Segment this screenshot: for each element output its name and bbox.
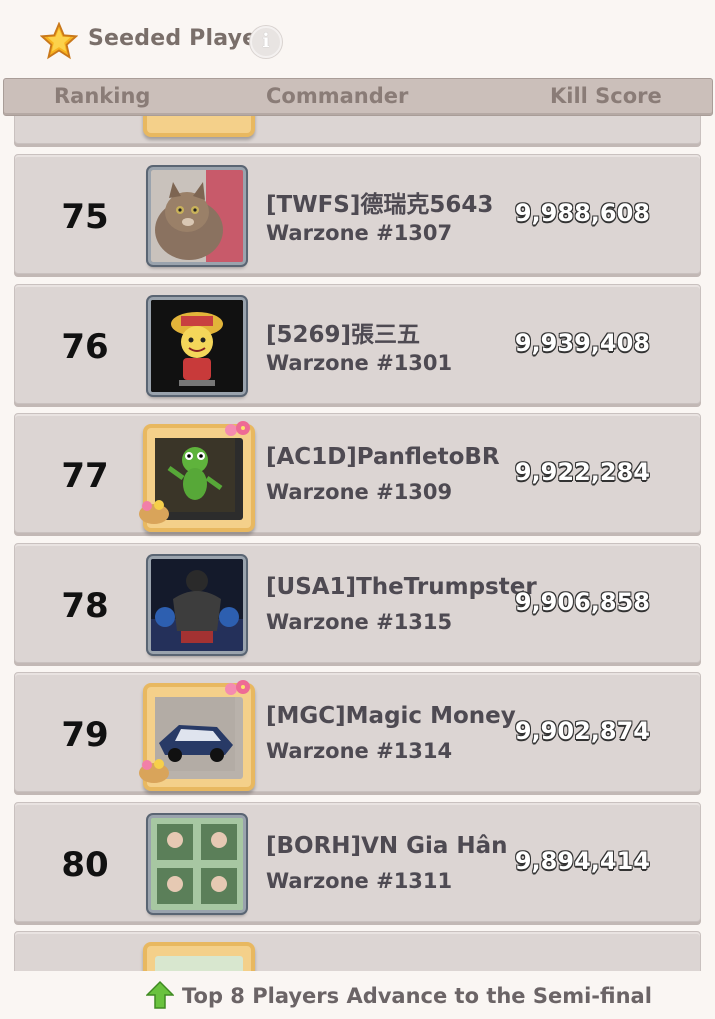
kill-score: 9,939,408	[514, 329, 650, 357]
column-ranking: Ranking	[54, 84, 151, 108]
footer: Top 8 Players Advance to the Semi-final	[0, 972, 715, 1019]
kill-score: 9,906,858	[514, 588, 650, 616]
top-bar: Seeded Player i	[0, 0, 715, 78]
column-header: Ranking Commander Kill Score	[3, 78, 713, 116]
avatar-frame-partial	[143, 942, 255, 971]
kill-score: 9,902,874	[514, 717, 650, 745]
avatar-frame-partial	[143, 116, 255, 137]
ranking-list[interactable]: 75 [TWFS]德瑞克5643 Warzone #1307 9,988,608…	[0, 116, 715, 971]
cat-avatar[interactable]	[148, 167, 246, 265]
rank-number: 79	[61, 715, 109, 755]
table-row[interactable]: 76 [5269]張三五 Warzone #1301 9,939,408	[14, 284, 701, 404]
commander-name: [USA1]TheTrumpster	[266, 574, 537, 600]
flower-decoration-icon	[225, 680, 250, 695]
footer-note: Top 8 Players Advance to the Semi-final	[182, 984, 652, 1008]
warzone-label: Warzone #1311	[266, 869, 453, 893]
table-row[interactable]: 80 [BORH]ᐯN Gia Hân Warzone #1311 9,894,…	[14, 802, 701, 922]
flower-decoration-icon	[225, 421, 250, 436]
commander-name: [MGC]Magic Money	[266, 703, 516, 729]
table-row[interactable]: 78 [USA1]TheTrumpster Warzone #1315 9,90…	[14, 543, 701, 663]
warzone-label: Warzone #1315	[266, 610, 453, 634]
commander-name: [AC1D]PanfletoBR	[266, 444, 500, 470]
commander-name: [5269]張三五	[266, 322, 421, 348]
table-row-partial[interactable]	[14, 931, 701, 971]
rank-number: 75	[61, 197, 109, 237]
warzone-label: Warzone #1307	[266, 221, 453, 245]
warzone-label: Warzone #1314	[266, 739, 453, 763]
kill-score: 9,922,284	[514, 458, 650, 486]
column-kill-score: Kill Score	[550, 84, 662, 108]
table-row-partial[interactable]	[14, 116, 701, 144]
page-title: Seeded Player	[88, 26, 269, 51]
photo-avatar[interactable]	[148, 815, 246, 913]
warzone-label: Warzone #1301	[266, 351, 453, 375]
kill-score: 9,894,414	[514, 847, 650, 875]
table-row[interactable]: 77 [AC1D]PanfletoBR Warzone #1309 9,922,…	[14, 413, 701, 533]
table-row[interactable]: 75 [TWFS]德瑞克5643 Warzone #1307 9,988,608	[14, 154, 701, 274]
rank-number: 76	[61, 327, 109, 367]
table-row[interactable]: 79 [MGC]Magic Money Warzone #1314 9,902,…	[14, 672, 701, 792]
rank-number: 80	[61, 845, 109, 885]
info-icon[interactable]: i	[250, 26, 282, 58]
rank-number: 77	[61, 456, 109, 496]
up-arrow-icon	[146, 980, 174, 1009]
warzone-label: Warzone #1309	[266, 480, 453, 504]
cartoon-avatar[interactable]	[148, 297, 246, 395]
boxer-avatar[interactable]	[148, 556, 246, 654]
rank-number: 78	[61, 586, 109, 626]
commander-name: [TWFS]德瑞克5643	[266, 192, 494, 218]
easter-basket-icon	[139, 500, 169, 524]
easter-basket-icon	[139, 759, 169, 783]
column-commander: Commander	[266, 84, 409, 108]
commander-name: [BORH]ᐯN Gia Hân	[266, 833, 508, 859]
star-icon	[40, 22, 78, 60]
kill-score: 9,988,608	[514, 199, 650, 227]
